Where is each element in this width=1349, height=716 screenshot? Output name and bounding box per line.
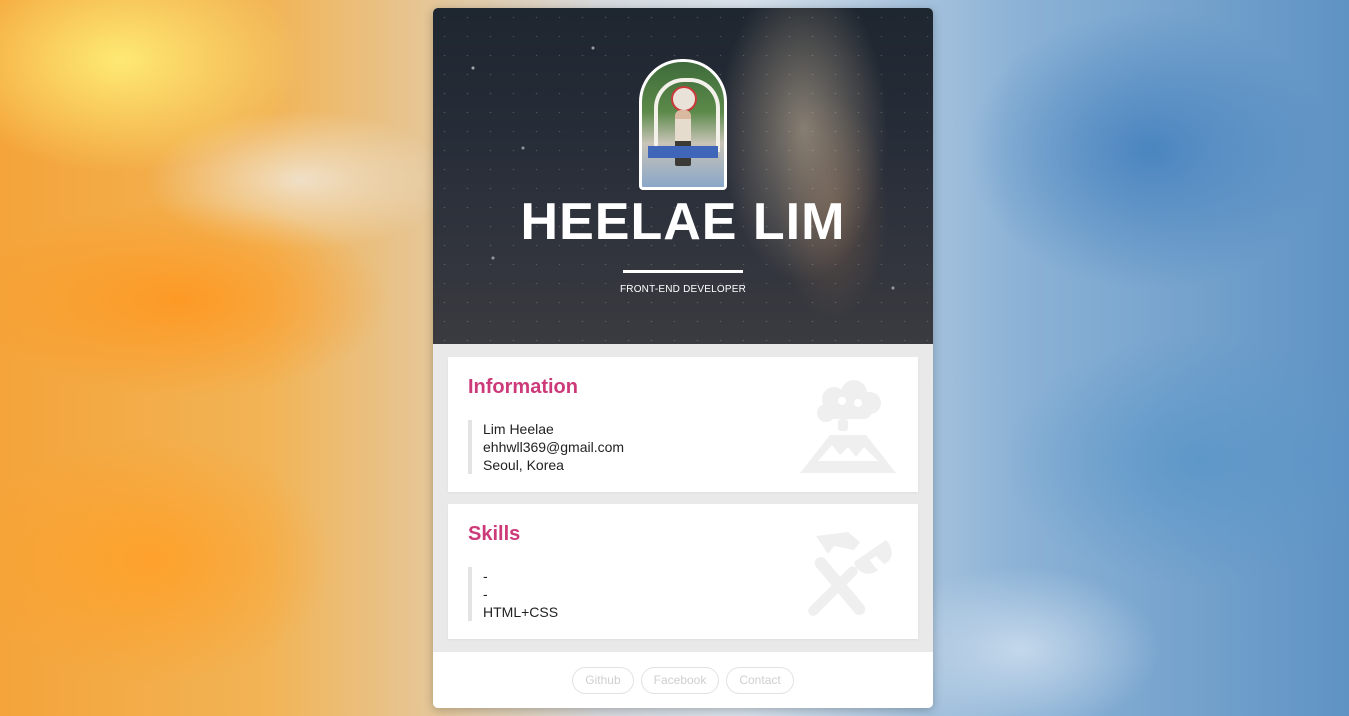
avatar-badge — [671, 86, 697, 112]
hero-header: HEELAE LIM FRONT-END DEVELOPER — [433, 8, 933, 344]
information-email: ehhwll369@gmail.com — [483, 439, 625, 455]
information-section: Information Lim Heelae ehhwll369@gmail.c… — [448, 357, 918, 492]
information-name: Lim Heelae — [483, 421, 554, 437]
information-title: Information — [468, 376, 578, 398]
facebook-button[interactable]: Facebook — [640, 666, 720, 694]
footer-links: Github Facebook Contact — [433, 652, 933, 708]
volcano-icon — [800, 380, 896, 473]
title-divider — [623, 270, 743, 273]
avatar-bench — [648, 146, 718, 158]
skills-item: - — [483, 586, 488, 602]
profile-card: HEELAE LIM FRONT-END DEVELOPER Informati… — [433, 8, 933, 708]
tools-icon — [808, 532, 892, 616]
skills-list: - - HTML+CSS — [468, 567, 558, 621]
github-button[interactable]: Github — [572, 666, 634, 694]
skills-section: Skills - - HTML+CSS — [448, 504, 918, 639]
skills-item: - — [483, 568, 488, 584]
information-list: Lim Heelae ehhwll369@gmail.com Seoul, Ko… — [468, 420, 624, 474]
contact-button[interactable]: Contact — [726, 666, 794, 694]
profile-name: HEELAE LIM — [520, 193, 846, 251]
skills-item: HTML+CSS — [483, 604, 559, 620]
information-location: Seoul, Korea — [483, 457, 564, 473]
avatar — [639, 59, 727, 190]
profile-role: FRONT-END DEVELOPER — [619, 284, 747, 295]
skills-title: Skills — [468, 523, 521, 545]
